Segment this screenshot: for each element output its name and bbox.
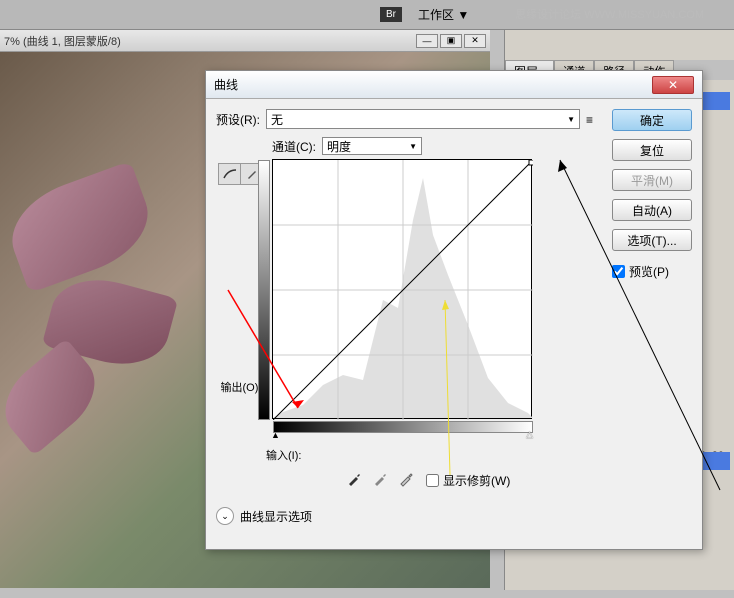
show-clipping-input[interactable] [426, 474, 439, 487]
gray-eyedropper[interactable] [372, 471, 390, 489]
maximize-button[interactable]: ▣ [440, 34, 462, 48]
dialog-title: 曲线 [214, 76, 652, 93]
preset-menu-icon[interactable]: ≡ [586, 113, 602, 125]
options-button[interactable]: 选项(T)... [612, 229, 692, 251]
chevron-down-icon: ▼ [567, 115, 575, 124]
white-slider[interactable]: △ [526, 429, 533, 440]
ok-button[interactable]: 确定 [612, 109, 692, 131]
auto-button[interactable]: 自动(A) [612, 199, 692, 221]
app-toolbar: Br 工作区 ▼ 思缘设计论坛 WWW.MISSYUAN.COM [0, 0, 734, 30]
dialog-close-button[interactable]: ✕ [652, 76, 694, 94]
channel-dropdown[interactable]: 明度▼ [322, 137, 422, 155]
watermark-text: 思缘设计论坛 WWW.MISSYUAN.COM [515, 6, 704, 22]
dialog-titlebar[interactable]: 曲线 ✕ [206, 71, 702, 99]
input-gradient [273, 421, 533, 433]
input-label: 输入(I): [266, 447, 602, 463]
expand-options-button[interactable]: ⌄ [216, 507, 234, 525]
preview-input[interactable] [612, 265, 625, 278]
white-eyedropper[interactable] [398, 471, 416, 489]
cancel-button[interactable]: 复位 [612, 139, 692, 161]
channel-label: 通道(C): [272, 138, 316, 155]
bridge-badge[interactable]: Br [380, 7, 402, 22]
preview-checkbox[interactable]: 预览(P) [612, 263, 692, 280]
curve-point-tool[interactable] [219, 164, 241, 184]
smooth-button[interactable]: 平滑(M) [612, 169, 692, 191]
close-button[interactable]: ✕ [464, 34, 486, 48]
curves-dialog: 曲线 ✕ 预设(R): 无▼ ≡ 输出(O): [205, 70, 703, 550]
preset-label: 预设(R): [216, 111, 260, 128]
document-titlebar[interactable]: 7% (曲线 1, 图层蒙版/8) — ▣ ✕ [0, 30, 490, 52]
document-title: 7% (曲线 1, 图层蒙版/8) [4, 33, 416, 49]
preset-dropdown[interactable]: 无▼ [266, 109, 580, 129]
curve-options-label: 曲线显示选项 [240, 508, 312, 525]
output-gradient [258, 160, 270, 420]
minimize-button[interactable]: — [416, 34, 438, 48]
curve-canvas[interactable]: ▲ △ [272, 159, 532, 419]
workspace-dropdown[interactable]: 工作区 ▼ [410, 4, 477, 25]
show-clipping-checkbox[interactable]: 显示修剪(W) [426, 472, 510, 489]
output-label: 输出(O): [221, 379, 262, 395]
black-eyedropper[interactable] [346, 471, 364, 489]
chevron-down-icon: ▼ [409, 142, 417, 151]
black-slider[interactable]: ▲ [271, 430, 280, 440]
histogram [273, 160, 533, 420]
